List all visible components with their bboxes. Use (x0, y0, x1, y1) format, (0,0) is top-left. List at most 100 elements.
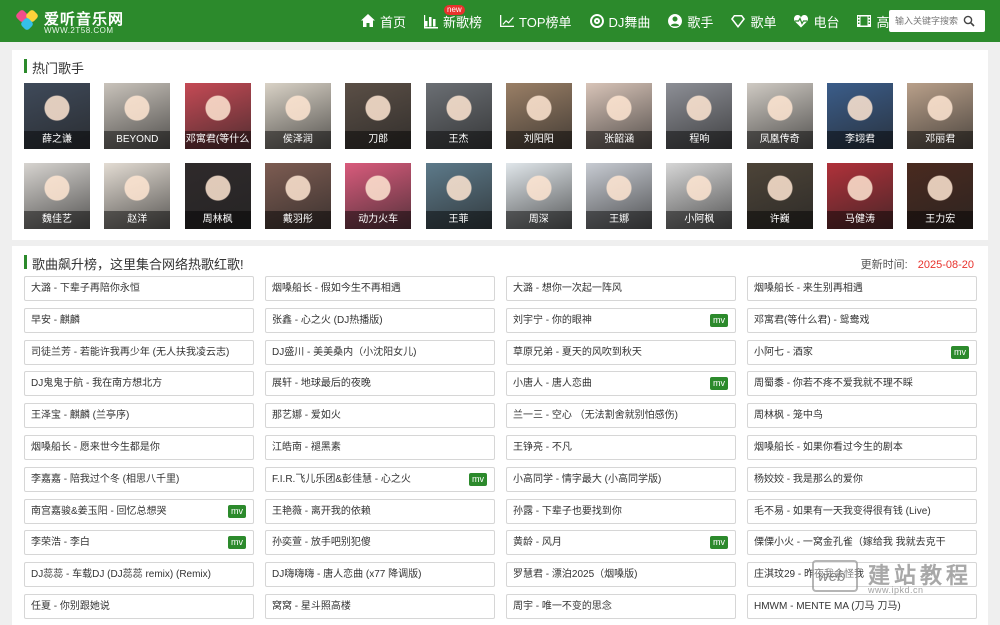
song-item[interactable]: 周蜀黍 - 你若不疼不爱我就不理不睬 (747, 371, 977, 397)
singer-card[interactable]: 王菲 (425, 163, 492, 229)
trend-icon (500, 15, 515, 27)
search-input[interactable] (889, 11, 963, 31)
song-item[interactable]: 刘宇宁 - 你的眼神 mv (506, 307, 736, 333)
singer-card[interactable]: 许巍 (746, 163, 813, 229)
singer-card[interactable]: BEYOND (104, 83, 171, 149)
song-item[interactable]: 邓寓君(等什么君) - 鸳鸯戏 (747, 307, 977, 333)
song-item[interactable]: 小唐人 - 唐人恋曲 mv (506, 371, 736, 397)
singer-card[interactable]: 侯泽润 (264, 83, 331, 149)
singer-card[interactable]: 李翊君 (827, 83, 893, 149)
singer-card[interactable]: 张韶涵 (586, 83, 653, 149)
song-item[interactable]: 黄龄 - 风月 mv (506, 530, 736, 556)
song-item[interactable]: HMWM - MENTE MA (刀马 刀马) (747, 594, 977, 619)
song-item[interactable]: 兰一三 - 空心 （无法割舍就别怕感伤) (506, 403, 736, 429)
song-title: DJ嗨嗨嗨 - 唐人恋曲 (x77 降调版) (272, 569, 422, 581)
song-item[interactable]: 孙露 - 下辈子也要找到你 (506, 498, 736, 524)
song-item[interactable]: 庄淇玟29 - 昨夜我会怪我 (747, 562, 977, 588)
mv-badge[interactable]: mv (710, 313, 728, 327)
song-item[interactable]: DJ盛川 - 美美桑内（小沈阳女儿) (265, 339, 495, 365)
song-chart-title: 歌曲飙升榜，这里集合网络热歌红歌! (24, 254, 244, 273)
new-badge: new (444, 5, 465, 15)
singer-card[interactable]: 程响 (666, 83, 733, 149)
song-item[interactable]: 烟嗓船长 - 愿来世今生都是你 (24, 435, 254, 460)
song-item[interactable]: 小阿七 - 酒家 mv (747, 339, 977, 365)
song-item[interactable]: 南宫嘉骏&姜玉阳 - 回忆总想哭 mv (24, 498, 254, 524)
song-item[interactable]: DJ蕊蕊 - 车载DJ (DJ蕊蕊 remix) (Remix) (24, 562, 254, 588)
mv-badge[interactable]: mv (469, 472, 487, 486)
song-title: 周宇 - 唯一不变的思念 (513, 601, 612, 612)
song-title: HMWM - MENTE MA (刀马 刀马) (754, 601, 901, 612)
song-item[interactable]: 王铮亮 - 不凡 (506, 435, 736, 460)
song-item[interactable]: 大潞 - 想你一次起一阵风 (506, 276, 736, 301)
nav-radio[interactable]: 电台 (793, 0, 839, 42)
singer-card[interactable]: 刀郎 (345, 83, 412, 149)
nav-dj[interactable]: DJ舞曲 (589, 0, 650, 42)
song-item[interactable]: 孙奕萱 - 放手吧别犯傻 (265, 530, 495, 556)
song-item[interactable]: 烟嗓船长 - 假如今生不再相遇 (265, 276, 495, 301)
mv-badge[interactable]: mv (228, 504, 246, 518)
nav-singers-label: 歌手 (687, 14, 714, 30)
song-title: 大潞 - 下辈子再陪你永恒 (31, 283, 140, 294)
singer-name: 程响 (666, 131, 733, 149)
song-item[interactable]: DJ鬼鬼于航 - 我在南方想北方 (24, 371, 254, 397)
logo-subtitle: WWW.2T58.COM (44, 26, 114, 35)
song-item[interactable]: 大潞 - 下辈子再陪你永恒 (24, 276, 254, 301)
song-item[interactable]: DJ嗨嗨嗨 - 唐人恋曲 (x77 降调版) (265, 562, 495, 588)
singer-card[interactable]: 刘阳阳 (505, 83, 572, 149)
singer-card[interactable]: 周林枫 (184, 163, 251, 229)
search-icon[interactable] (963, 15, 975, 27)
singer-card[interactable]: 魏佳艺 (24, 163, 90, 229)
song-item[interactable]: 李嘉嘉 - 陪我过个冬 (相思八千里) (24, 466, 254, 492)
singer-card[interactable]: 戴羽彤 (264, 163, 331, 229)
song-item[interactable]: 烟嗓船长 - 来生别再相遇 (747, 276, 977, 301)
song-item[interactable]: 毛不易 - 如果有一天我变得很有钱 (Live) (747, 498, 977, 524)
nav-playlists[interactable]: 歌单 (730, 0, 776, 42)
nav-singers[interactable]: 歌手 (667, 0, 713, 42)
song-item[interactable]: 司徒兰芳 - 若能许我再少年 (无人扶我凌云志) (24, 339, 254, 365)
singer-card[interactable]: 凤凰传奇 (746, 83, 813, 149)
singer-card[interactable]: 小阿枫 (666, 163, 733, 229)
song-item[interactable]: 窝窝 - 星斗照高楼 (265, 594, 495, 619)
singer-card[interactable]: 马健涛 (827, 163, 893, 229)
site-logo[interactable]: 爱听音乐网 WWW.2T58.COM (14, 6, 124, 36)
song-item[interactable]: 王艳薇 - 离开我的依赖 (265, 498, 495, 524)
mv-badge[interactable]: mv (710, 377, 728, 391)
singer-card[interactable]: 王力宏 (907, 163, 974, 229)
singer-card[interactable]: 动力火车 (345, 163, 412, 229)
singer-card[interactable]: 王杰 (425, 83, 492, 149)
singer-card[interactable]: 邓寓君(等什么 (184, 83, 251, 149)
song-item[interactable]: 周宇 - 唯一不变的思念 (506, 594, 736, 619)
mv-badge[interactable]: mv (710, 536, 728, 550)
song-item[interactable]: 那艺娜 - 爱如火 (265, 403, 495, 429)
song-item[interactable]: 杨姣姣 - 我是那么的爱你 (747, 466, 977, 492)
nav-home-label: 首页 (380, 14, 407, 30)
song-item[interactable]: 罗慧君 - 漂泊2025（烟嗓版) (506, 562, 736, 588)
singer-card[interactable]: 邓丽君 (907, 83, 974, 149)
singer-card[interactable]: 王娜 (586, 163, 653, 229)
song-item[interactable]: 草原兄弟 - 夏天的风吹到秋天 (506, 339, 736, 365)
song-item[interactable]: 早安 - 麒麟 (24, 307, 254, 333)
song-item[interactable]: 烟嗓船长 - 如果你看过今生的剧本 (747, 435, 977, 460)
mv-badge[interactable]: mv (951, 345, 969, 359)
mv-badge[interactable]: mv (228, 536, 246, 550)
nav-new-songs[interactable]: 新歌榜 new (423, 0, 482, 42)
singer-card[interactable]: 赵洋 (104, 163, 171, 229)
disc-icon (589, 14, 604, 28)
song-title: 任夏 - 你别跟她说 (31, 601, 110, 612)
nav-home[interactable]: 首页 (360, 0, 406, 42)
song-item[interactable]: 江皓南 - 褪黑素 (265, 435, 495, 460)
singer-card[interactable]: 薛之谦 (24, 83, 90, 149)
song-item[interactable]: 傈傈小火 - 一窝金孔雀（嫁给我 我就去克干 (747, 530, 977, 556)
nav-top-charts[interactable]: TOP榜单 (499, 0, 572, 42)
song-item[interactable]: 王泽宝 - 麒麟 (兰亭序) (24, 403, 254, 429)
singer-name: 刘阳阳 (505, 131, 572, 149)
singer-card[interactable]: 周深 (505, 163, 572, 229)
song-item[interactable]: 任夏 - 你别跟她说 (24, 594, 254, 619)
song-item[interactable]: 展轩 - 地球最后的夜晚 (265, 371, 495, 397)
song-item[interactable]: 周林枫 - 笼中鸟 (747, 403, 977, 429)
song-item[interactable]: 李荣浩 - 李白 mv (24, 530, 254, 556)
song-item[interactable]: 小高同学 - 情字最大 (小高同学版) (506, 466, 736, 492)
song-title: 李荣浩 - 李白 (31, 537, 90, 549)
song-item[interactable]: F.I.R.飞儿乐团&彭佳慧 - 心之火 mv (265, 466, 495, 492)
song-item[interactable]: 张鑫 - 心之火 (DJ热播版) (265, 307, 495, 333)
